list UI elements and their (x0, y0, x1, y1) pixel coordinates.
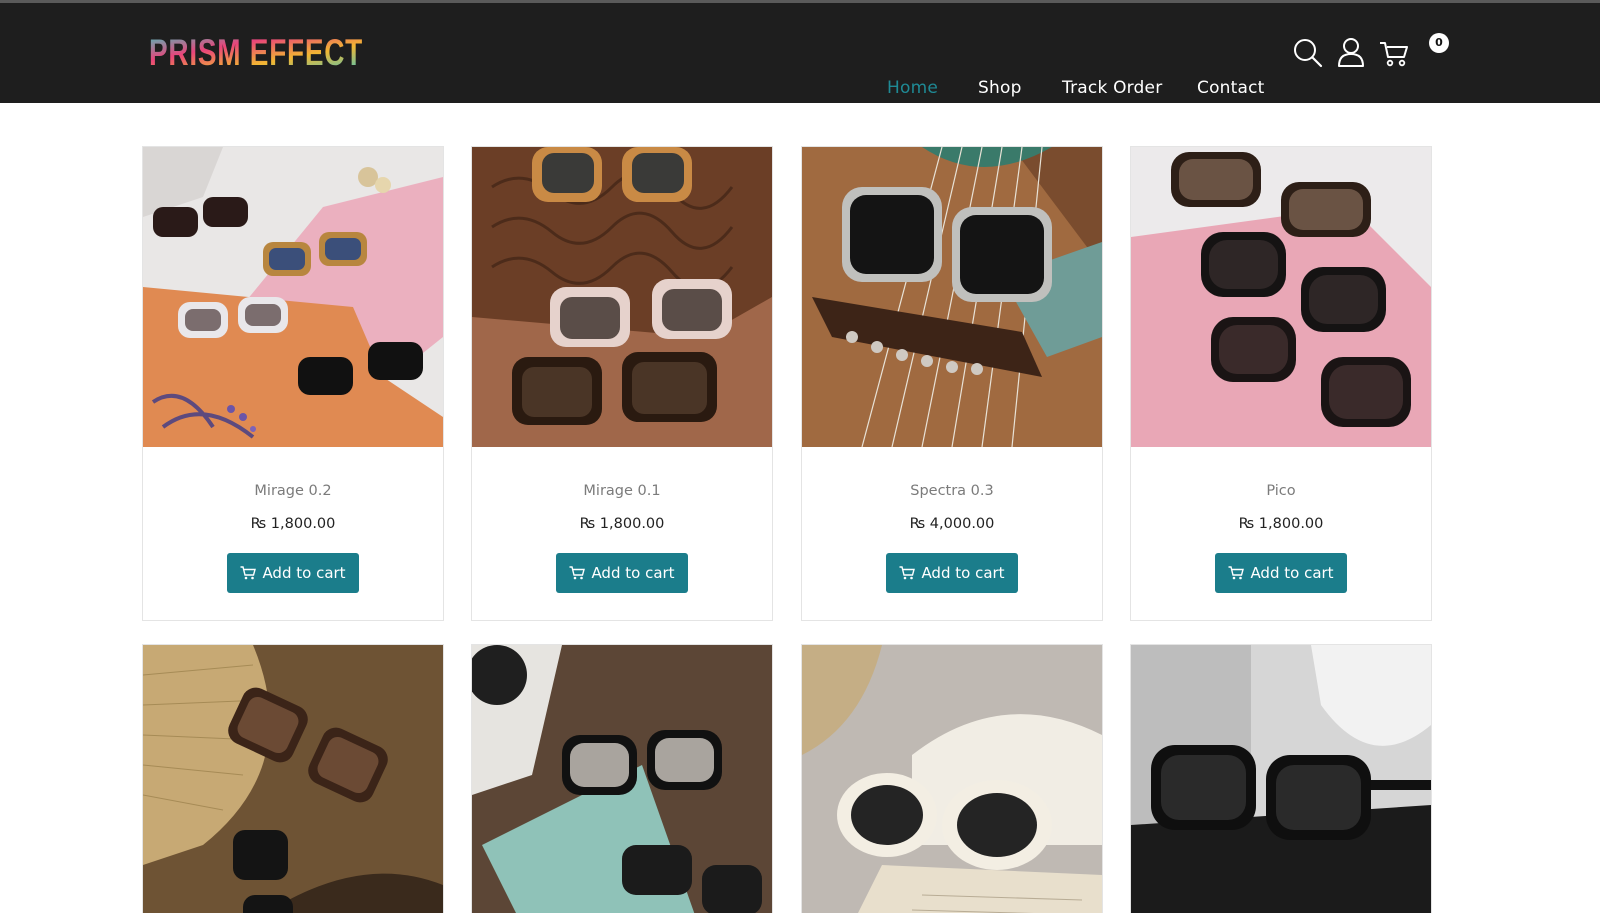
product-card: Spectra 0.3 ₨ 4,000.00 Add to cart (801, 146, 1103, 621)
product-image[interactable] (1131, 645, 1431, 913)
user-icon[interactable] (1337, 37, 1365, 67)
product-price: ₨ 1,800.00 (250, 516, 336, 532)
product-card: Mirage 0.2 ₨ 1,800.00 Add to cart (142, 146, 444, 621)
add-to-cart-button[interactable]: Add to cart (556, 553, 688, 593)
product-title[interactable]: Pico (1131, 483, 1431, 499)
product-image[interactable] (802, 147, 1102, 447)
cart-icon (899, 566, 916, 580)
product-image[interactable] (472, 645, 772, 913)
product-title[interactable]: Mirage 0.1 (472, 483, 772, 499)
nav-shop[interactable]: Shop (978, 78, 1022, 98)
search-icon[interactable] (1293, 38, 1323, 68)
product-image[interactable] (472, 147, 772, 447)
product-price: ₨ 1,800.00 (579, 516, 665, 532)
svg-text:PRISM EFFECT: PRISM EFFECT (149, 32, 363, 73)
add-to-cart-button[interactable]: Add to cart (227, 553, 359, 593)
product-card (1130, 644, 1432, 913)
product-card (142, 644, 444, 913)
nav-home[interactable]: Home (887, 78, 938, 98)
add-to-cart-label: Add to cart (1250, 564, 1334, 582)
cart-icon (1228, 566, 1245, 580)
cart-count-badge: 0 (1429, 33, 1449, 53)
product-image[interactable] (1131, 147, 1431, 447)
product-card (801, 644, 1103, 913)
cart-icon (240, 566, 257, 580)
add-to-cart-button[interactable]: Add to cart (886, 553, 1018, 593)
brand-logo[interactable]: PRISM EFFECT (149, 29, 367, 73)
add-to-cart-button[interactable]: Add to cart (1215, 553, 1347, 593)
product-title[interactable]: Mirage 0.2 (143, 483, 443, 499)
product-price: ₨ 1,800.00 (1238, 516, 1324, 532)
add-to-cart-label: Add to cart (921, 564, 1005, 582)
cart-icon (569, 566, 586, 580)
product-card: Mirage 0.1 ₨ 1,800.00 Add to cart (471, 146, 773, 621)
product-image[interactable] (143, 147, 443, 447)
add-to-cart-label: Add to cart (591, 564, 675, 582)
product-card: Pico ₨ 1,800.00 Add to cart (1130, 146, 1432, 621)
add-to-cart-label: Add to cart (262, 564, 346, 582)
product-title[interactable]: Spectra 0.3 (802, 483, 1102, 499)
nav-track-order[interactable]: Track Order (1062, 78, 1162, 98)
product-card (471, 644, 773, 913)
product-price: ₨ 4,000.00 (909, 516, 995, 532)
product-image[interactable] (802, 645, 1102, 913)
product-image[interactable] (143, 645, 443, 913)
cart-icon[interactable] (1379, 41, 1409, 67)
nav-contact[interactable]: Contact (1197, 78, 1265, 98)
